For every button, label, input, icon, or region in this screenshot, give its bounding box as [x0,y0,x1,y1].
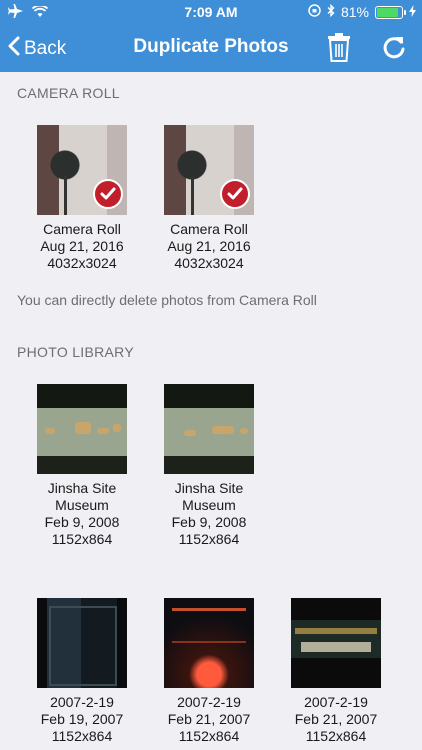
photo-item[interactable]: Jinsha Site Museum Feb 9, 2008 1152x864 [154,384,264,548]
photo-item[interactable]: 2007-2-19 Feb 19, 2007 1152x864 [27,598,137,745]
photo-thumbnail[interactable] [164,125,254,215]
photo-thumbnail[interactable] [291,598,381,688]
photo-thumbnail[interactable] [37,598,127,688]
photo-date: Aug 21, 2016 [167,238,251,254]
photo-size: 1152x864 [51,728,113,744]
photo-size: 4032x3024 [174,255,244,271]
photo-item[interactable]: Camera Roll Aug 21, 2016 4032x3024 [154,125,264,272]
checkmark-icon[interactable] [220,179,250,209]
photo-name: 2007-2-19 [50,694,114,710]
photo-thumbnail[interactable] [164,598,254,688]
photo-item[interactable]: 2007-2-19 Feb 21, 2007 1152x864 [154,598,264,745]
section-header-photo-library: PHOTO LIBRARY [17,344,134,360]
photo-item[interactable]: Camera Roll Aug 21, 2016 4032x3024 [27,125,137,272]
navigation-bar: Back Duplicate Photos [0,24,422,72]
battery-percent: 81% [340,4,369,20]
status-bar: 7:09 AM 81% [0,0,422,24]
photo-name-line1: Jinsha Site [47,480,117,496]
page-title: Duplicate Photos [133,36,289,57]
top-bar: 7:09 AM 81% Back Duplicate Photos [0,0,422,72]
photo-size: 1152x864 [51,531,113,547]
photo-size: 1152x864 [178,728,240,744]
photo-name: Camera Roll [43,221,121,237]
photo-name-line1: Jinsha Site [174,480,244,496]
photo-item[interactable]: Jinsha Site Museum Feb 9, 2008 1152x864 [27,384,137,548]
photo-date: Feb 19, 2007 [40,711,124,727]
photo-item[interactable]: 2007-2-19 Feb 21, 2007 1152x864 [281,598,391,745]
trash-icon[interactable] [327,32,351,62]
photo-size: 1152x864 [305,728,367,744]
photo-name: 2007-2-19 [177,694,241,710]
photo-date: Feb 21, 2007 [167,711,251,727]
bluetooth-icon [327,3,335,20]
battery-icon [375,5,406,19]
photo-size: 1152x864 [178,531,240,547]
photo-thumbnail[interactable] [164,384,254,474]
rotation-lock-icon [308,4,321,20]
status-right: 81% [308,3,416,20]
photo-date: Aug 21, 2016 [40,238,124,254]
photo-date: Feb 9, 2008 [44,514,120,530]
photo-thumbnail[interactable] [37,125,127,215]
photo-name-line2: Museum [55,497,109,513]
photo-name: Camera Roll [170,221,248,237]
photo-date: Feb 21, 2007 [294,711,378,727]
camera-roll-note: You can directly delete photos from Came… [17,292,317,308]
refresh-icon[interactable] [380,34,408,62]
checkmark-icon[interactable] [93,179,123,209]
photo-thumbnail[interactable] [37,384,127,474]
section-header-camera-roll: CAMERA ROLL [17,85,120,101]
photo-name-line2: Museum [182,497,236,513]
charging-icon [409,4,416,20]
photo-date: Feb 9, 2008 [171,514,247,530]
photo-size: 4032x3024 [47,255,117,271]
photo-name: 2007-2-19 [304,694,368,710]
